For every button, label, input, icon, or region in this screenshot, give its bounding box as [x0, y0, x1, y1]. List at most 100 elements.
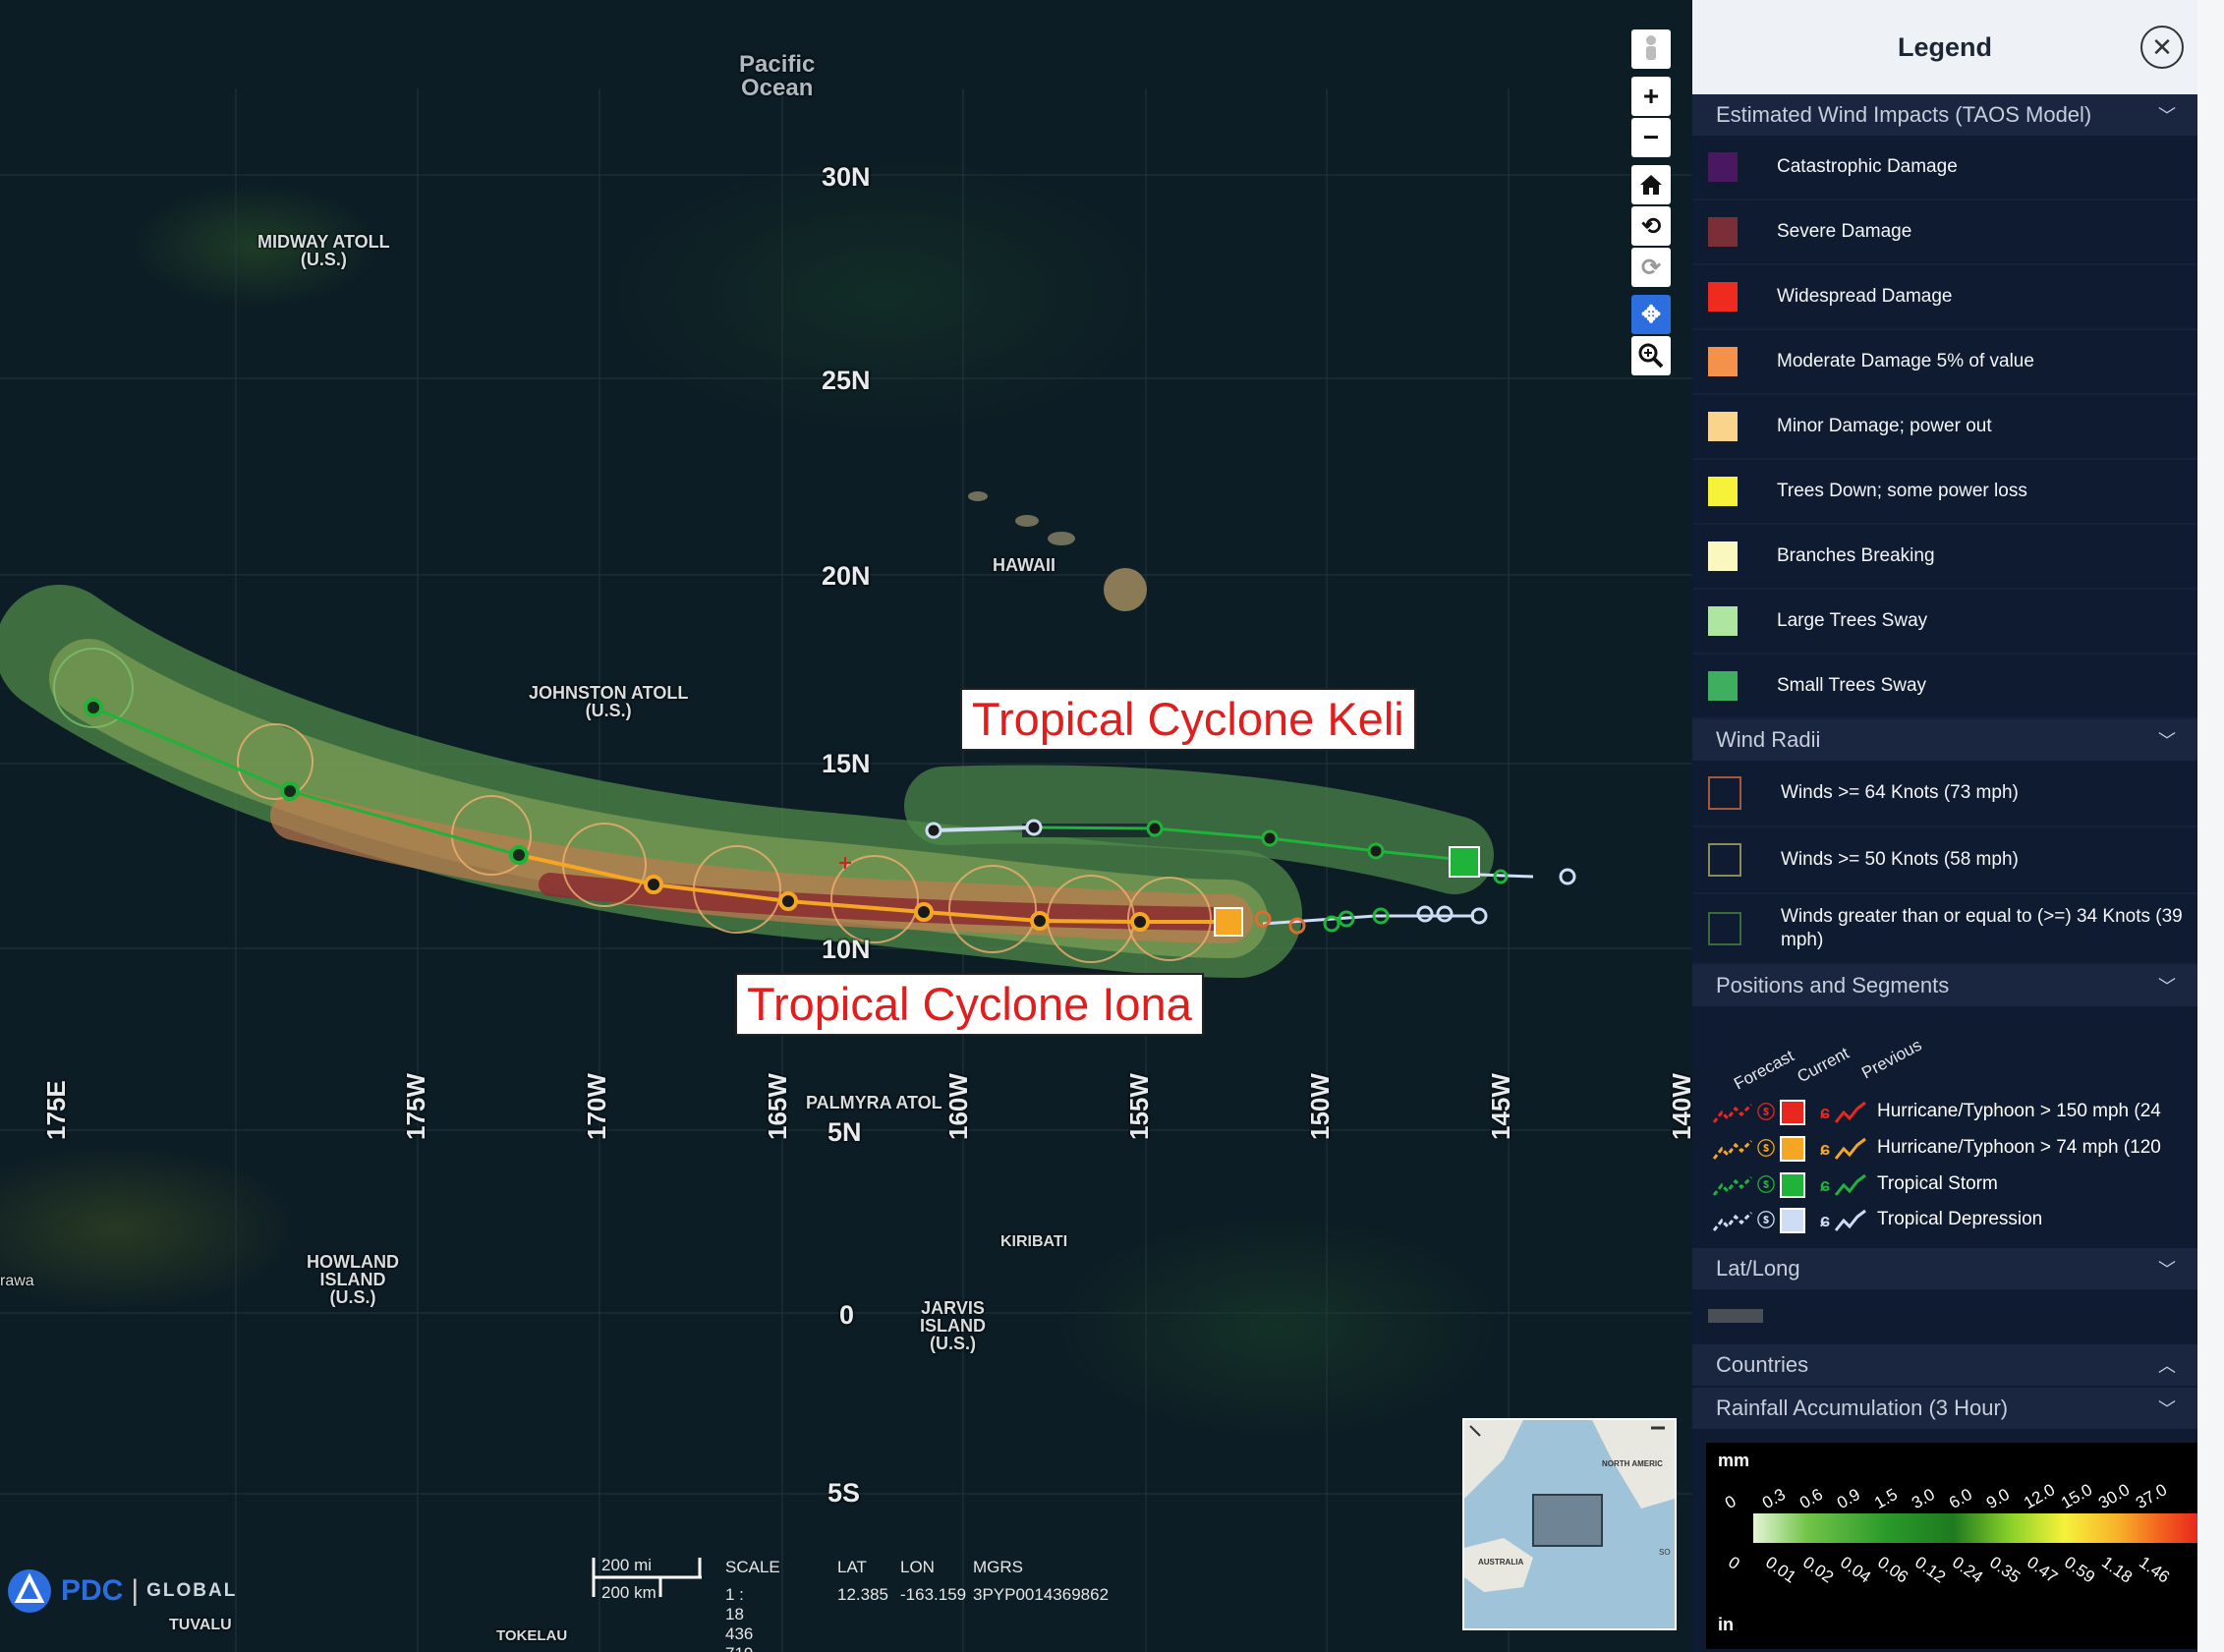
magnifier-icon: [1638, 343, 1664, 369]
callout-keli: Tropical Cyclone Keli: [960, 688, 1416, 751]
zoom-in-button[interactable]: +: [1631, 77, 1671, 116]
legend-item: Winds greater than or equal to (>=) 34 K…: [1692, 894, 2197, 965]
map-toolbar: + − ⟲ ⟳ ✥: [1631, 29, 1671, 377]
swatch: [1708, 347, 1738, 376]
in-tick-label: 0.59: [2061, 1553, 2099, 1587]
legend-item-label: Winds >= 50 Knots (58 mph): [1781, 849, 2019, 870]
mm-tick-label: 37.0: [2133, 1480, 2171, 1513]
place-tokelau: TOKELAU: [496, 1627, 568, 1644]
map-view[interactable]: Pacific Ocean 30N 25N 20N 15N 10N 5N 0 5…: [0, 0, 1692, 1652]
keli-current-position: [1449, 846, 1480, 878]
overview-map[interactable]: NORTH AMERIC AUSTRALIA SO: [1462, 1418, 1677, 1630]
mgrs-label: MGRS: [973, 1558, 1023, 1576]
in-tick-label: 0.06: [1874, 1553, 1912, 1587]
chevron-down-icon: ﹀: [2158, 1399, 2176, 1419]
rotate-right-button[interactable]: ⟳: [1631, 248, 1671, 287]
scale-value: 1 : 18 436 719: [725, 1585, 754, 1652]
lon-label-170w: 170W: [582, 1073, 611, 1140]
swatch: [1708, 843, 1741, 877]
scale-km: 200 km: [601, 1583, 656, 1602]
section-title: Rainfall Accumulation (3 Hour): [1716, 1396, 2009, 1420]
iona-current-position: [1214, 907, 1243, 937]
overview-label-so: SO: [1659, 1548, 1671, 1557]
lat-label-10n: 10N: [822, 935, 871, 964]
section-positions[interactable]: Positions and Segments ﹀: [1692, 965, 2197, 1006]
lat-label: LAT: [837, 1558, 867, 1576]
legend-panel: Legend ✕ Estimated Wind Impacts (TAOS Mo…: [1692, 0, 2197, 1652]
lon-label-140w: 140W: [1667, 1073, 1692, 1140]
legend-item-label: Trees Down; some power loss: [1777, 481, 2027, 501]
place-johnston: JOHNSTON ATOLL (U.S.): [529, 683, 689, 720]
rotate-left-button[interactable]: ⟲: [1631, 206, 1671, 246]
legend-item: Severe Damage: [1692, 200, 2197, 265]
window-edge: [2197, 0, 2224, 1652]
in-tick-label: 0.04: [1837, 1553, 1875, 1587]
pan-button[interactable]: ✥: [1631, 295, 1671, 334]
mm-tick-label: 9.0: [1983, 1484, 2013, 1513]
chevron-down-icon: ﹀: [2158, 106, 2176, 126]
legend-item-label: Branches Breaking: [1777, 545, 1935, 566]
map-canvas[interactable]: [0, 0, 1692, 1652]
tropical-storm-symbols: ⓢ ɕ: [1712, 1172, 1866, 1198]
pdc-logo: PDC | GLOBAL: [6, 1567, 237, 1615]
swatch: [1708, 152, 1738, 182]
ocean-label: Pacific Ocean: [739, 51, 816, 101]
hurricane-74-symbols: ⓢ ɕ: [1712, 1136, 1866, 1162]
svg-text:ⓢ: ⓢ: [1757, 1210, 1775, 1230]
minus-icon: −: [1642, 122, 1660, 152]
overview-label-au: AUSTRALIA: [1478, 1558, 1524, 1567]
legend-item: Minor Damage; power out: [1692, 395, 2197, 460]
in-tick-label: 1.46: [2136, 1553, 2174, 1587]
swatch: [1708, 217, 1738, 247]
lon-value: -163.159: [900, 1585, 967, 1604]
in-tick-label: 1.18: [2098, 1553, 2137, 1587]
callout-iona: Tropical Cyclone Iona: [735, 973, 1204, 1036]
place-midway: MIDWAY ATOLL (U.S.): [257, 232, 390, 269]
mm-tick-label: 1.5: [1871, 1484, 1901, 1513]
lon-label-175e: 175E: [41, 1080, 71, 1140]
legend-item: Branches Breaking: [1692, 525, 2197, 590]
legend-item-label: Catastrophic Damage: [1777, 156, 1958, 177]
scale-mi: 200 mi: [601, 1556, 653, 1574]
legend-item: Small Trees Sway: [1692, 655, 2197, 719]
in-tick-label: 0: [1725, 1553, 1743, 1573]
zoom-box-button[interactable]: [1631, 336, 1671, 375]
rotate-right-icon: ⟳: [1640, 254, 1662, 281]
in-tick-label: 0.12: [1911, 1553, 1950, 1587]
lat-label-20n: 20N: [822, 561, 871, 591]
person-icon: [1646, 35, 1656, 60]
swatch: [1708, 541, 1738, 571]
in-tick-label: 0.47: [2024, 1553, 2062, 1587]
lon-label-160w: 160W: [943, 1073, 973, 1140]
overview-extent[interactable]: [1532, 1494, 1603, 1547]
legend-item: Moderate Damage 5% of value: [1692, 330, 2197, 395]
section-wind-impacts[interactable]: Estimated Wind Impacts (TAOS Model) ﹀: [1692, 94, 2197, 136]
section-title: Positions and Segments: [1716, 973, 1950, 997]
lat-label-15n: 15N: [822, 749, 871, 778]
street-view-button[interactable]: [1631, 29, 1671, 69]
section-latlong[interactable]: Lat/Long ﹀: [1692, 1248, 2197, 1289]
wind-impacts-list: Catastrophic Damage Severe Damage Widesp…: [1692, 136, 2197, 719]
legend-item: ⓢ ɕ Tropical Storm: [1712, 1168, 1998, 1201]
place-howland: HOWLAND ISLAND (U.S.): [307, 1252, 399, 1307]
place-jarvis: JARVIS ISLAND (U.S.): [920, 1298, 986, 1353]
section-title: Countries: [1716, 1352, 1809, 1377]
legend-item: ⓢ ɕ Tropical Depression: [1712, 1203, 2042, 1236]
svg-text:ⓢ: ⓢ: [1757, 1138, 1775, 1159]
legend-item-label: Widespread Damage: [1777, 286, 1953, 307]
swatch: [1708, 477, 1738, 506]
lat-value: 12.385: [837, 1585, 888, 1604]
brand-divider: |: [131, 1574, 140, 1607]
in-tick-label: 0.01: [1762, 1553, 1800, 1587]
svg-text:ⓢ: ⓢ: [1757, 1174, 1775, 1195]
legend-close-button[interactable]: ✕: [2140, 26, 2184, 69]
svg-text:ɕ: ɕ: [1820, 1103, 1830, 1122]
section-wind-radii[interactable]: Wind Radii ﹀: [1692, 719, 2197, 761]
section-rainfall[interactable]: Rainfall Accumulation (3 Hour) ﹀: [1692, 1388, 2197, 1429]
lon-label-145w: 145W: [1486, 1073, 1515, 1140]
zoom-out-button[interactable]: −: [1631, 118, 1671, 157]
section-countries[interactable]: Countries ︿: [1692, 1344, 2197, 1386]
home-button[interactable]: [1631, 165, 1671, 204]
place-kiribati: KIRIBATI: [1000, 1233, 1068, 1250]
mm-tick-label: 0.6: [1796, 1484, 1826, 1513]
